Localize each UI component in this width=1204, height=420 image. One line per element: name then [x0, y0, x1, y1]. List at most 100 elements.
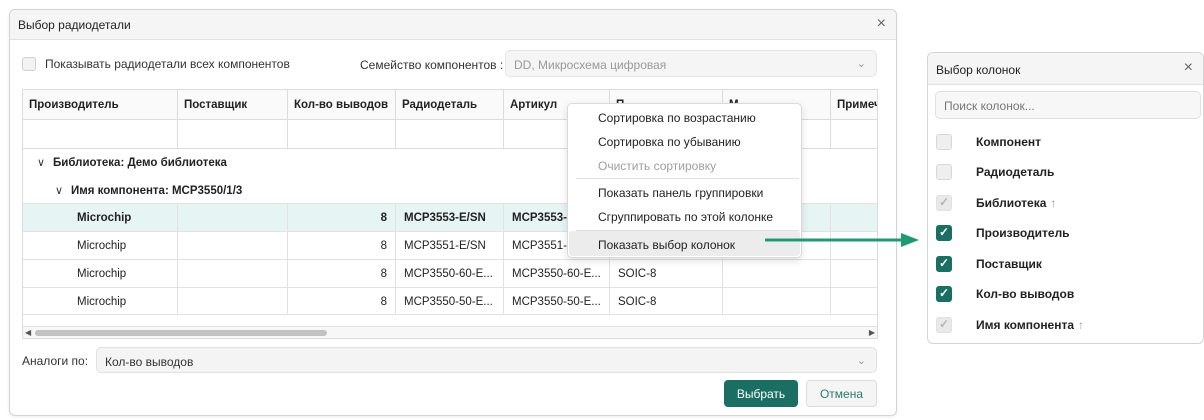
annotation-arrow-icon — [765, 233, 919, 247]
table-row[interactable]: Microchip 8 MCP3550-60-E... MCP3550-60-E… — [23, 259, 877, 287]
cell-maker: Microchip — [23, 288, 178, 315]
column-item-component-name[interactable]: ✓ Имя компонента ↑ — [936, 315, 1198, 335]
check-icon: ✓ — [939, 256, 950, 270]
show-all-checkbox[interactable] — [22, 57, 36, 71]
select-button[interactable]: Выбрать — [724, 380, 798, 407]
group-component-label: Имя компонента: MCP3550/1/3 — [71, 185, 243, 197]
menu-divider — [576, 178, 799, 179]
cell-maker: Microchip — [23, 232, 178, 259]
column-item-label: Производитель — [976, 226, 1070, 240]
filter-cell[interactable] — [178, 120, 288, 149]
column-item-label: Имя компонента ↑ — [976, 318, 1084, 332]
scroll-left-icon[interactable]: ◀ — [25, 328, 31, 337]
column-chooser-panel: Выбор колонок × Поиск колонок... Компоне… — [927, 52, 1204, 344]
analog-label: Аналоги по: — [22, 354, 89, 368]
cell-m — [723, 288, 831, 315]
column-item-label: Радиодеталь — [976, 165, 1055, 179]
show-all-components-toggle[interactable]: Показывать радиодетали всех компонентов — [22, 57, 290, 71]
col-header-note[interactable]: Примеч — [831, 90, 877, 120]
column-checkbox[interactable] — [936, 134, 952, 150]
cell-article: MCP3550-60-E... — [504, 260, 610, 287]
menu-item-sort-asc[interactable]: Сортировка по возрастанию — [598, 111, 756, 125]
analog-select[interactable]: Кол-во выводов ⌄ — [96, 347, 877, 373]
column-item-text: Библиотека — [976, 196, 1047, 210]
chevron-down-icon: ⌄ — [856, 355, 866, 367]
scrollbar-thumb[interactable] — [35, 330, 327, 336]
col-header-supplier[interactable]: Поставщик — [178, 90, 288, 120]
column-checkbox[interactable]: ✓ — [936, 286, 952, 302]
cell-part: MCP3550-60-E... — [396, 260, 504, 287]
cell-part: MCP3551-E/SN — [396, 232, 504, 259]
menu-item-show-group-panel[interactable]: Показать панель группировки — [598, 186, 763, 200]
cell-m — [723, 260, 831, 287]
column-item-maker[interactable]: ✓ Производитель — [936, 223, 1198, 243]
column-item-supplier[interactable]: ✓ Поставщик — [936, 254, 1198, 274]
family-select[interactable]: DD, Микросхема цифровая ⌄ — [505, 50, 877, 77]
column-item-pins[interactable]: ✓ Кол-во выводов — [936, 284, 1198, 304]
table-row[interactable]: Microchip 8 MCP3550-50-E... MCP3550-50-E… — [23, 287, 877, 315]
cell-supplier — [178, 232, 288, 259]
sort-up-icon: ↑ — [1050, 196, 1057, 210]
column-checkbox[interactable]: ✓ — [936, 195, 952, 211]
analog-value: Кол-во выводов — [105, 355, 194, 369]
scroll-right-icon[interactable]: ▶ — [869, 328, 875, 337]
cell-article: MCP3550-50-E... — [504, 288, 610, 315]
dialog-title: Выбор радиодетали — [18, 18, 131, 32]
column-chooser-title: Выбор колонок — [936, 63, 1021, 77]
col-header-pins[interactable]: Кол-во выводов — [288, 90, 396, 120]
cell-part: MCP3550-50-E... — [396, 288, 504, 315]
menu-item-sort-desc[interactable]: Сортировка по убыванию — [598, 135, 741, 149]
check-icon: ✓ — [939, 225, 950, 239]
horizontal-scrollbar[interactable]: ◀ ▶ — [23, 326, 877, 338]
arrow-head — [901, 233, 919, 247]
check-icon: ✓ — [939, 286, 950, 300]
column-item-part[interactable]: Радиодеталь — [936, 162, 1198, 182]
col-header-maker[interactable]: Производитель — [23, 90, 178, 120]
filter-cell[interactable] — [288, 120, 396, 149]
show-all-label: Показывать радиодетали всех компонентов — [45, 57, 290, 71]
cell-supplier — [178, 204, 288, 231]
cell-package: SOIC-8 — [610, 288, 723, 315]
sort-up-icon: ↑ — [1078, 318, 1085, 332]
column-item-label: Компонент — [976, 135, 1041, 149]
close-icon[interactable]: × — [877, 16, 886, 32]
column-checkbox[interactable]: ✓ — [936, 317, 952, 333]
column-chooser-header: Выбор колонок × — [928, 53, 1203, 85]
cancel-button[interactable]: Отмена — [806, 380, 877, 407]
cell-supplier — [178, 260, 288, 287]
column-item-label: Библиотека ↑ — [976, 196, 1056, 210]
dialog-header: Выбор радиодетали × — [10, 10, 896, 40]
column-item-component[interactable]: Компонент — [936, 132, 1198, 152]
column-item-library[interactable]: ✓ Библиотека ↑ — [936, 193, 1198, 213]
column-item-text: Имя компонента — [976, 318, 1075, 332]
cell-maker: Microchip — [23, 204, 178, 231]
cell-pins: 8 — [288, 260, 396, 287]
cell-pins: 8 — [288, 232, 396, 259]
cell-pins: 8 — [288, 204, 396, 231]
family-value: DD, Микросхема цифровая — [514, 58, 667, 72]
cell-supplier — [178, 288, 288, 315]
cell-pins: 8 — [288, 288, 396, 315]
check-icon: ✓ — [939, 317, 950, 331]
column-item-label: Кол-во выводов — [976, 287, 1075, 301]
column-search-placeholder: Поиск колонок... — [944, 99, 1035, 113]
chevron-down-icon: ⌄ — [856, 58, 866, 70]
family-label: Семейство компонентов : — [360, 58, 504, 72]
chevron-down-icon[interactable]: ∨ — [55, 184, 63, 197]
column-search-input[interactable]: Поиск колонок... — [935, 91, 1201, 119]
column-checkbox[interactable]: ✓ — [936, 225, 952, 241]
close-icon[interactable]: × — [1184, 60, 1193, 76]
col-header-part[interactable]: Радиодеталь — [396, 90, 504, 120]
menu-item-clear-sort[interactable]: Очистить сортировку — [598, 159, 716, 173]
column-checkbox[interactable]: ✓ — [936, 256, 952, 272]
menu-item-show-column-chooser[interactable]: Показать выбор колонок — [598, 238, 735, 252]
menu-item-group-by-column[interactable]: Сгруппировать по этой колонке — [598, 210, 773, 224]
filter-cell[interactable] — [396, 120, 504, 149]
chevron-down-icon[interactable]: ∨ — [37, 156, 45, 169]
cell-package: SOIC-8 — [610, 260, 723, 287]
check-icon: ✓ — [939, 195, 950, 209]
column-checkbox[interactable] — [936, 164, 952, 180]
column-item-label: Поставщик — [976, 257, 1042, 271]
filter-cell[interactable] — [23, 120, 178, 149]
group-library-label: Библиотека: Демо библиотека — [53, 157, 227, 169]
